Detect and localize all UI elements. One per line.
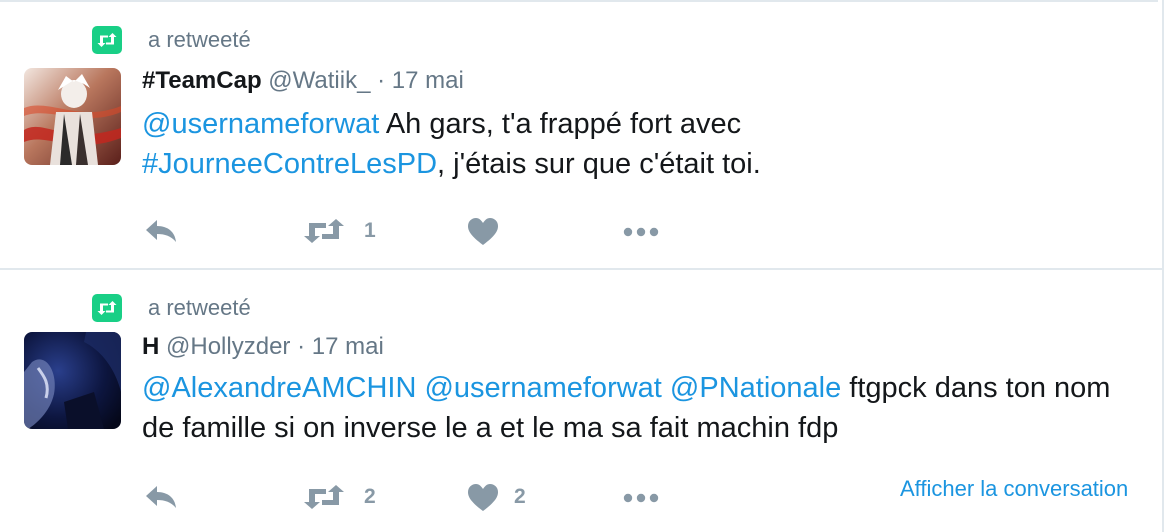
avatar[interactable] (24, 332, 121, 429)
tweet-header: H @Hollyzder · 17 mai (142, 332, 384, 362)
retweet-count: 1 (364, 219, 376, 242)
tweet-text: @AlexandreAMCHIN @usernameforwat @PNatio… (142, 368, 1142, 448)
separator: · (297, 333, 306, 360)
retweet-badge-icon (92, 294, 122, 322)
reply-button[interactable] (142, 476, 182, 516)
more-dots-icon (623, 493, 659, 503)
retweet-context-label: a retweeté (148, 295, 251, 320)
username[interactable]: @Hollyzder (166, 333, 290, 360)
show-conversation-link[interactable]: Afficher la conversation (900, 476, 1128, 502)
more-button[interactable] (622, 210, 666, 250)
fullname[interactable]: H (142, 333, 159, 360)
reply-icon (146, 220, 176, 242)
timestamp[interactable]: 17 mai (312, 333, 384, 360)
tweet-text-fragment: Ah gars, t'a frappé fort avec (379, 108, 742, 140)
username[interactable]: @Watiik_ (268, 67, 370, 94)
hashtag-link[interactable]: #JourneeContreLesPD (142, 148, 437, 180)
like-count: 2 (514, 485, 526, 508)
mention-link[interactable]: @AlexandreAMCHIN (142, 372, 416, 404)
like-button[interactable]: 2 (466, 476, 556, 516)
tweet[interactable]: a retweeté #TeamCap @Watiik_ · 17 mai @u… (0, 2, 1160, 268)
tweet-actions: 1 (142, 210, 1160, 250)
mention-link[interactable]: @usernameforwat (424, 372, 661, 404)
retweet-button[interactable]: 1 (302, 210, 392, 250)
tweet-text-fragment: , j'étais sur que c'était toi. (437, 148, 761, 180)
retweet-badge-icon (92, 26, 122, 54)
more-dots-icon (623, 227, 659, 237)
heart-icon (468, 484, 498, 511)
retweet-button[interactable]: 2 (302, 476, 392, 516)
avatar[interactable] (24, 68, 121, 165)
fullname[interactable]: #TeamCap (142, 67, 262, 94)
retweet-context-label: a retweeté (148, 27, 251, 52)
more-button[interactable] (622, 476, 666, 516)
mention-link[interactable]: @PNationale (670, 372, 841, 404)
retweet-icon (304, 485, 344, 509)
reply-icon (146, 486, 176, 508)
retweet-count: 2 (364, 485, 376, 508)
heart-icon (468, 218, 498, 245)
reply-button[interactable] (142, 210, 182, 250)
like-button[interactable] (466, 210, 556, 250)
tweet-text: @usernameforwat Ah gars, t'a frappé fort… (142, 104, 1142, 184)
tweet[interactable]: a retweeté H @Hollyzder · 17 mai @Alexan… (0, 270, 1160, 532)
mention-link[interactable]: @usernameforwat (142, 108, 379, 140)
separator: · (377, 67, 386, 94)
tweet-actions: 2 2 Afficher la conversation (142, 476, 1160, 516)
tweet-header: #TeamCap @Watiik_ · 17 mai (142, 66, 464, 96)
retweet-icon (304, 219, 344, 243)
timestamp[interactable]: 17 mai (392, 67, 464, 94)
